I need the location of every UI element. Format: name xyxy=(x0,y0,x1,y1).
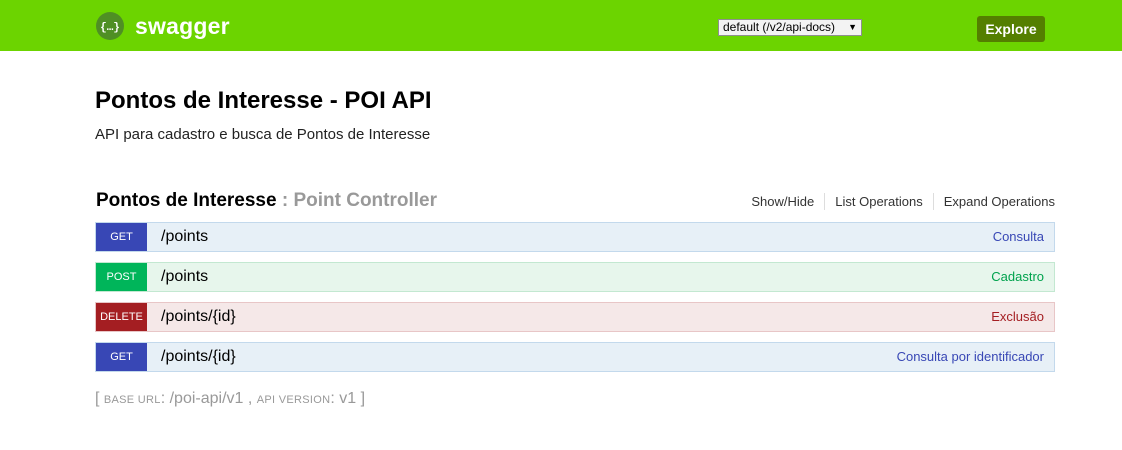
api-base-info: [ BASE URL: /poi-api/v1 , API VERSION: v… xyxy=(95,390,366,407)
api-spec-select[interactable]: default (/v2/api-docs) ▼ xyxy=(718,19,862,36)
api-version-label: API VERSION xyxy=(256,394,331,406)
explore-button[interactable]: Explore xyxy=(977,16,1045,42)
base-url-label: BASE URL xyxy=(103,394,161,406)
resource-controller: Point Controller xyxy=(293,190,438,211)
api-title: Pontos de Interesse - POI API xyxy=(95,87,432,114)
expand-operations-link[interactable]: Expand Operations xyxy=(932,193,1055,210)
dropdown-caret-icon: ▼ xyxy=(848,22,857,32)
http-method-badge[interactable]: GET xyxy=(96,343,147,371)
operation-get-points[interactable]: GET /points Consulta xyxy=(95,222,1055,252)
operation-path[interactable]: /points/{id} xyxy=(161,348,236,366)
resource-heading[interactable]: Pontos de Interesse : Point Controller xyxy=(96,189,437,213)
operation-get-point-by-id[interactable]: GET /points/{id} Consulta por identifica… xyxy=(95,342,1055,372)
operation-path[interactable]: /points xyxy=(161,228,208,246)
footer-close-bracket: ] xyxy=(356,390,366,407)
http-method-badge[interactable]: POST xyxy=(96,263,147,291)
svg-text:{…}: {…} xyxy=(100,22,120,33)
show-hide-link[interactable]: Show/Hide xyxy=(741,193,824,210)
operations-list: GET /points Consulta POST /points Cadast… xyxy=(95,222,1055,382)
resource-actions: Show/Hide List Operations Expand Operati… xyxy=(741,193,1055,210)
operation-summary[interactable]: Exclusão xyxy=(991,303,1044,331)
http-method-badge[interactable]: DELETE xyxy=(96,303,147,331)
top-bar: {…} swagger default (/v2/api-docs) ▼ Exp… xyxy=(0,0,1122,51)
resource-controller-label: : Point Controller xyxy=(277,190,437,211)
operation-path[interactable]: /points/{id} xyxy=(161,308,236,326)
footer-comma: , xyxy=(243,390,257,407)
list-operations-link[interactable]: List Operations xyxy=(824,193,932,210)
api-version-value: v1 xyxy=(339,390,357,407)
swagger-braces-icon: {…} xyxy=(96,12,124,40)
base-url-value: /poi-api/v1 xyxy=(169,390,244,407)
api-spec-select-value: default (/v2/api-docs) xyxy=(723,20,836,34)
operation-post-points[interactable]: POST /points Cadastro xyxy=(95,262,1055,292)
operation-delete-point[interactable]: DELETE /points/{id} Exclusão xyxy=(95,302,1055,332)
operation-summary[interactable]: Cadastro xyxy=(991,263,1044,291)
logo-text: swagger xyxy=(135,13,230,39)
swagger-logo[interactable]: {…} swagger xyxy=(96,12,230,40)
api-description: API para cadastro e busca de Pontos de I… xyxy=(95,126,431,143)
resource-name[interactable]: Pontos de Interesse xyxy=(96,190,277,211)
resource-separator: : xyxy=(276,190,294,211)
operation-summary[interactable]: Consulta xyxy=(993,223,1044,251)
http-method-badge[interactable]: GET xyxy=(96,223,147,251)
footer-open-bracket: [ xyxy=(95,390,104,407)
operation-summary[interactable]: Consulta por identificador xyxy=(897,343,1044,371)
operation-path[interactable]: /points xyxy=(161,268,208,286)
